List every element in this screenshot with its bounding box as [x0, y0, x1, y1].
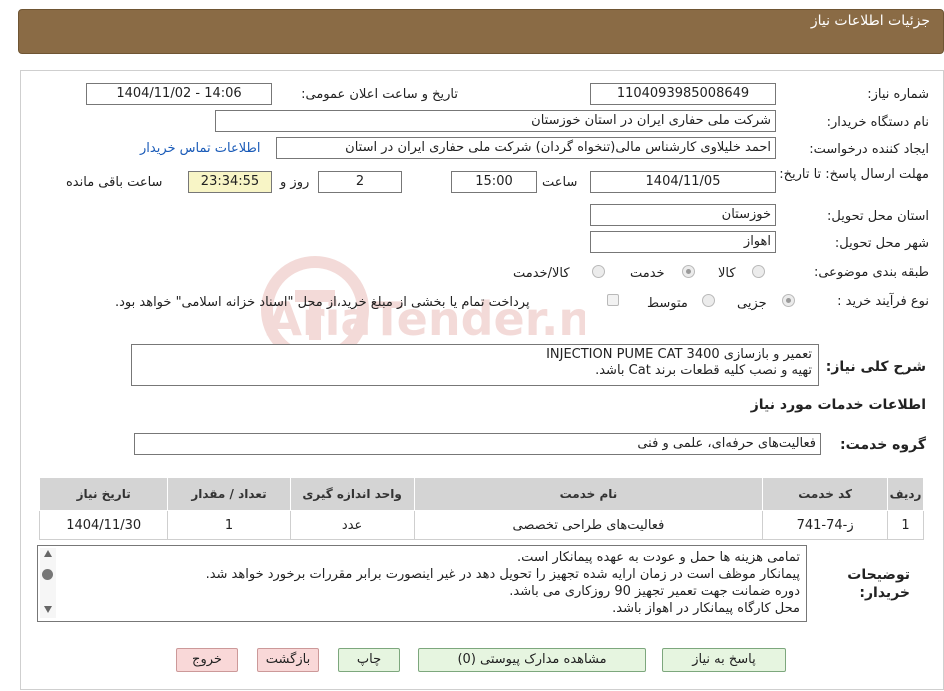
- process-radio-medium[interactable]: [702, 294, 715, 307]
- notes-line-2: پیمانکار موظف است در زمان ارایه شده تجهی…: [205, 567, 800, 582]
- col-unit: واحد اندازه گیری: [289, 477, 415, 511]
- service-group-label: گروه خدمت:: [840, 437, 926, 453]
- city-label: شهر محل تحویل:: [834, 236, 929, 251]
- buyer-notes-textarea[interactable]: تمامی هزینه ها حمل و عودت به عهده پیمانک…: [37, 545, 807, 622]
- buyer-contact-link[interactable]: اطلاعات تماس خریدار: [140, 141, 260, 156]
- category-label: طبقه بندی موضوعی:: [813, 265, 929, 280]
- notes-line-4: محل کارگاه پیمانکار در اهواز باشد.: [612, 601, 800, 616]
- need-number-label: شماره نیاز:: [867, 87, 929, 102]
- scroll-thumb[interactable]: [42, 569, 53, 580]
- notes-scrollbar[interactable]: [40, 548, 56, 618]
- col-service-code: کد خدمت: [762, 477, 889, 511]
- buyer-label: نام دستگاه خریدار:: [826, 115, 929, 130]
- col-quantity: تعداد / مقدار: [167, 477, 291, 511]
- category-option-service: خدمت: [630, 266, 665, 281]
- process-option-medium: متوسط: [647, 296, 688, 311]
- service-group-field[interactable]: فعالیت‌های حرفه‌ای، علمی و فنی: [134, 433, 821, 455]
- category-radio-goods[interactable]: [752, 265, 765, 278]
- services-section-title: اطلاعات خدمات مورد نیاز: [750, 397, 926, 413]
- category-radio-goods-service[interactable]: [592, 265, 605, 278]
- summary-label: شرح کلی نیاز:: [825, 359, 926, 375]
- cell-row-number: 1: [887, 510, 924, 540]
- remaining-time-field: 23:34:55: [188, 171, 272, 193]
- col-need-date: تاریخ نیاز: [38, 477, 169, 511]
- summary-line-1: تعمیر و بازسازی INJECTION PUME CAT 3400: [546, 347, 812, 362]
- treasury-note: پرداخت تمام یا بخشی از مبلغ خرید،از محل …: [115, 295, 530, 310]
- reply-button[interactable]: پاسخ به نیاز: [662, 648, 786, 672]
- announce-field[interactable]: 1404/11/02 - 14:06: [86, 83, 272, 105]
- province-label: استان محل تحویل:: [827, 209, 929, 224]
- creator-field[interactable]: احمد خلیلاوی کارشناس مالی(تنخواه گردان) …: [276, 137, 776, 159]
- process-option-minor: جزیی: [737, 296, 767, 311]
- summary-textarea[interactable]: تعمیر و بازسازی INJECTION PUME CAT 3400 …: [131, 344, 819, 386]
- category-option-goods: کالا: [718, 266, 736, 281]
- summary-line-2: تهیه و نصب کلیه قطعات برند Cat باشد.: [595, 363, 812, 378]
- notes-line-3: دوره ضمانت جهت تعمیر تجهیز 90 روزکاری می…: [509, 584, 800, 599]
- cell-unit: عدد: [289, 510, 415, 540]
- category-radio-service[interactable]: [682, 265, 695, 278]
- deadline-time-label: ساعت: [542, 175, 578, 190]
- services-table: ردیف کد خدمت نام خدمت واحد اندازه گیری ت…: [38, 477, 924, 540]
- cell-service-code: ز-74-741: [762, 510, 889, 540]
- scroll-down-icon[interactable]: [44, 606, 52, 613]
- cell-quantity: 1: [167, 510, 291, 540]
- page-header: [18, 9, 944, 54]
- process-radio-minor[interactable]: [782, 294, 795, 307]
- notes-line-1: تمامی هزینه ها حمل و عودت به عهده پیمانک…: [516, 550, 800, 565]
- page-title: جزئیات اطلاعات نیاز: [810, 13, 930, 29]
- buyer-field[interactable]: شرکت ملی حفاری ایران در استان خوزستان: [215, 110, 776, 132]
- deadline-time-field[interactable]: 15:00: [451, 171, 537, 193]
- need-number-field[interactable]: 1104093985008649: [590, 83, 776, 105]
- days-label: روز و: [280, 175, 310, 190]
- exit-button[interactable]: خروج: [176, 648, 238, 672]
- announce-label: تاریخ و ساعت اعلان عمومی:: [301, 87, 458, 102]
- col-service-name: نام خدمت: [413, 477, 764, 511]
- table-row[interactable]: 1 ز-74-741 فعالیت‌های طراحی تخصصی عدد 1 …: [38, 510, 924, 540]
- print-button[interactable]: چاپ: [338, 648, 400, 672]
- city-field[interactable]: اهواز: [590, 231, 776, 253]
- buyer-notes-label: توضیحات خریدار:: [847, 567, 910, 601]
- table-header-row: ردیف کد خدمت نام خدمت واحد اندازه گیری ت…: [38, 477, 924, 511]
- col-row-number: ردیف: [887, 477, 924, 511]
- province-field[interactable]: خوزستان: [590, 204, 776, 226]
- days-field[interactable]: 2: [318, 171, 402, 193]
- deadline-label: مهلت ارسال پاسخ: تا تاریخ:: [779, 167, 929, 182]
- attachments-button[interactable]: مشاهده مدارک پیوستی (0): [418, 648, 646, 672]
- cell-need-date: 1404/11/30: [38, 510, 169, 540]
- treasury-checkbox[interactable]: [607, 294, 619, 306]
- category-option-goods-service: کالا/خدمت: [513, 266, 570, 281]
- back-button[interactable]: بازگشت: [257, 648, 319, 672]
- scroll-up-icon[interactable]: [44, 550, 52, 557]
- creator-label: ایجاد کننده درخواست:: [809, 142, 929, 157]
- process-label: نوع فرآیند خرید :: [837, 294, 929, 309]
- cell-service-name: فعالیت‌های طراحی تخصصی: [413, 510, 764, 540]
- remaining-label: ساعت باقی مانده: [66, 175, 163, 190]
- deadline-date-field[interactable]: 1404/11/05: [590, 171, 776, 193]
